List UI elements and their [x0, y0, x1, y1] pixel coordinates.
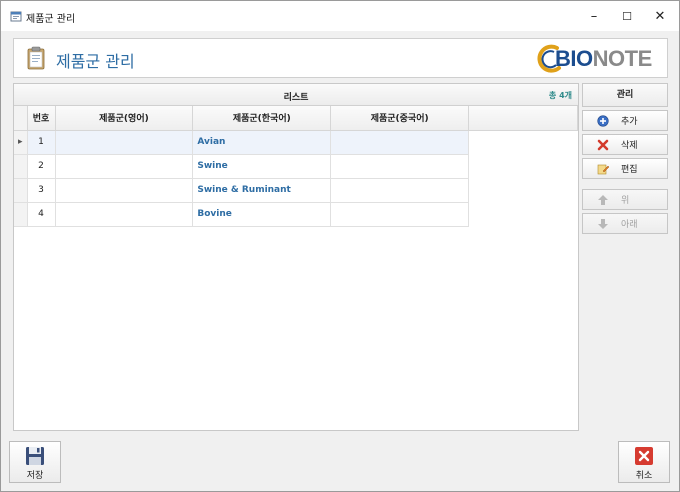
logo-text-main: BIO [555, 46, 593, 71]
cell-chinese[interactable] [330, 130, 470, 155]
app-icon [10, 11, 22, 22]
table-row[interactable]: 3 Swine & Ruminant [14, 178, 578, 203]
page-title: 제품군 관리 [56, 52, 135, 71]
action-panel-title: 관리 [582, 83, 668, 107]
close-button[interactable]: ✕ [643, 1, 677, 31]
column-header-filler [468, 106, 578, 131]
edit-button-label: 편집 [621, 165, 638, 175]
cancel-icon [635, 447, 653, 465]
arrow-down-icon [598, 218, 608, 229]
delete-icon [597, 139, 609, 150]
app-window: 제품군 관리 – ☐ ✕ 제품군 관리 BIONOTE 리스트 총 4개 번호 … [0, 0, 680, 492]
cancel-button-label: 취소 [635, 471, 653, 481]
add-icon [597, 114, 609, 127]
move-up-button[interactable]: 위 [582, 189, 668, 210]
row-selected-indicator: ▸ [14, 130, 28, 155]
clipboard-icon [27, 46, 45, 70]
add-button-label: 추가 [621, 117, 638, 127]
column-header-number[interactable]: 번호 [27, 106, 56, 131]
cell-chinese[interactable] [330, 202, 470, 227]
save-button[interactable]: 저장 [9, 441, 61, 483]
delete-button-label: 삭제 [621, 141, 638, 151]
product-group-table: 번호 제품군(영어) 제품군(한국어) 제품군(중국어) ▸ 1 Avian 2… [14, 106, 578, 227]
cell-number[interactable]: 1 [27, 130, 56, 155]
logo-text-accent: NOTE [592, 46, 653, 71]
cell-korean[interactable]: Avian [192, 130, 332, 155]
cell-english[interactable] [55, 154, 194, 179]
table-row[interactable]: 4 Bovine [14, 202, 578, 227]
move-up-button-label: 위 [621, 196, 630, 206]
move-down-button-label: 아래 [621, 220, 638, 230]
cancel-button[interactable]: 취소 [618, 441, 670, 483]
header-panel: 제품군 관리 BIONOTE [13, 38, 668, 78]
row-indicator [14, 202, 28, 227]
cell-korean[interactable]: Swine [192, 154, 332, 179]
list-header: 리스트 총 4개 [14, 84, 578, 106]
cell-english[interactable] [55, 202, 194, 227]
list-panel: 리스트 총 4개 번호 제품군(영어) 제품군(한국어) 제품군(중국어) ▸ [13, 83, 579, 431]
row-indicator [14, 154, 28, 179]
action-panel: 관리 추가 삭제 편집 위 아래 [582, 83, 668, 431]
bionote-logo: BIONOTE [535, 42, 657, 76]
cell-number[interactable]: 2 [27, 154, 56, 179]
minimize-button[interactable]: – [577, 1, 611, 31]
table-row[interactable]: 2 Swine [14, 154, 578, 179]
cell-english[interactable] [55, 178, 194, 203]
table-row[interactable]: ▸ 1 Avian [14, 130, 578, 155]
edit-icon [597, 164, 609, 174]
edit-button[interactable]: 편집 [582, 158, 668, 179]
row-indicator [14, 178, 28, 203]
cell-korean[interactable]: Swine & Ruminant [192, 178, 332, 203]
cell-english[interactable] [55, 130, 194, 155]
list-count: 총 4개 [548, 91, 572, 100]
cell-number[interactable]: 4 [27, 202, 56, 227]
delete-button[interactable]: 삭제 [582, 134, 668, 155]
title-bar: 제품군 관리 – ☐ ✕ [1, 1, 679, 31]
row-indicator-header [14, 106, 28, 131]
cell-number[interactable]: 3 [27, 178, 56, 203]
maximize-button[interactable]: ☐ [610, 1, 644, 31]
window-title: 제품군 관리 [26, 14, 76, 25]
cell-korean[interactable]: Bovine [192, 202, 332, 227]
add-button[interactable]: 추가 [582, 110, 668, 131]
cell-chinese[interactable] [330, 154, 470, 179]
save-icon [26, 447, 44, 465]
cell-chinese[interactable] [330, 178, 470, 203]
column-header-english[interactable]: 제품군(영어) [55, 106, 194, 131]
column-header-chinese[interactable]: 제품군(중국어) [330, 106, 470, 131]
save-button-label: 저장 [26, 471, 44, 481]
table-header-row: 번호 제품군(영어) 제품군(한국어) 제품군(중국어) [14, 106, 578, 131]
arrow-up-icon [598, 194, 608, 205]
list-title: 리스트 [283, 93, 309, 103]
move-down-button[interactable]: 아래 [582, 213, 668, 234]
column-header-korean[interactable]: 제품군(한국어) [192, 106, 332, 131]
